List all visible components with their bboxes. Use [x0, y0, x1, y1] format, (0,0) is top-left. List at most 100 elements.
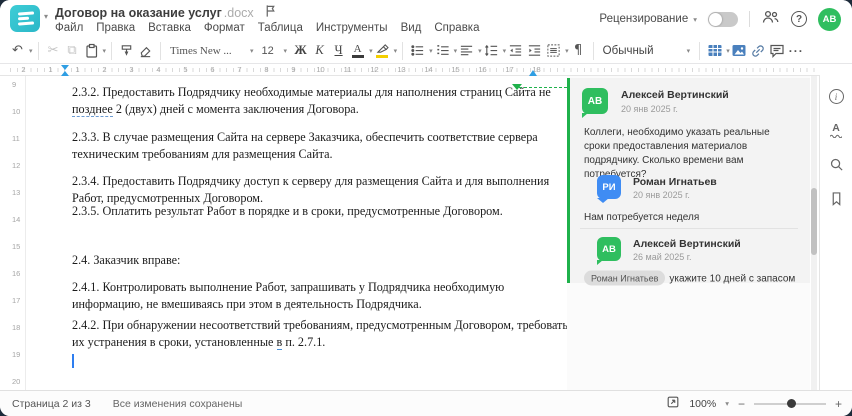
menu-item[interactable]: Файл	[55, 22, 83, 34]
zoom-caret-icon[interactable]: ▾	[725, 399, 729, 408]
ruler-number: 17	[12, 296, 21, 305]
comment-body: Роман Игнатьев укажите 10 дней с запасом	[584, 270, 796, 287]
ruler-number: 10	[316, 65, 325, 74]
comment-author: Алексей Вертинский	[633, 238, 741, 250]
menu-item[interactable]: Справка	[434, 22, 479, 34]
decrease-indent-button[interactable]	[506, 40, 525, 62]
document-title-row: Договор на оказание услуг .docx	[55, 4, 277, 21]
bookmark-icon[interactable]	[828, 190, 845, 207]
scrollbar-thumb[interactable]	[811, 188, 817, 255]
paragraph-shading-button[interactable]	[544, 40, 563, 62]
paragraph-line: позднее 2 (двух) дней с момента заключен…	[72, 102, 359, 118]
numbered-list-button[interactable]	[433, 40, 452, 62]
nonprinting-chars-button[interactable]: ¶	[569, 40, 588, 62]
clear-style-eraser-button[interactable]	[136, 40, 155, 62]
comments-panel: АВ Алексей Вертинский 20 янв 2025 г. Кол…	[567, 76, 810, 390]
app-menu-caret-icon[interactable]: ▾	[44, 12, 48, 21]
insert-image-button[interactable]	[730, 40, 749, 62]
help-icon[interactable]: ?	[791, 11, 807, 27]
collaboration-users-icon[interactable]	[761, 9, 780, 30]
comment-author: Алексей Вертинский	[621, 89, 729, 101]
paragraph-2-4[interactable]: 2.4. Заказчик вправе:	[72, 252, 180, 269]
menu-item[interactable]: Вставка	[148, 22, 191, 34]
paragraph-2-3-2[interactable]: 2.3.2. Предоставить Подрядчику необходим…	[72, 84, 551, 119]
document-title: Договор на оказание услуг	[55, 5, 222, 20]
zoom-level-value[interactable]: 100%	[689, 398, 716, 410]
ruler-number: 16	[12, 269, 21, 278]
paragraph-2-4-2[interactable]: 2.4.2. При обнаружении несоответствий тр…	[72, 317, 568, 352]
undo-caret-icon[interactable]: ▾	[29, 47, 33, 55]
highlight-color-button[interactable]	[373, 40, 392, 62]
menu-bar: Файл Правка Вставка Формат Таблица Инструмент…	[55, 22, 480, 34]
paste-caret-icon[interactable]: ▾	[103, 47, 107, 55]
increase-indent-button[interactable]	[525, 40, 544, 62]
ruler-number: 14	[424, 65, 433, 74]
spellcheck-icon[interactable]: А	[828, 122, 845, 139]
comment-thread-card[interactable]: АВ Алексей Вертинский 20 янв 2025 г. Кол…	[567, 78, 810, 286]
paragraph-line: 2.3.4. Предоставить Подрядчику доступ к …	[72, 174, 550, 188]
align-left-button[interactable]	[457, 40, 476, 62]
review-toggle[interactable]	[708, 11, 738, 27]
comment-connector-anchor	[512, 84, 522, 90]
menu-item[interactable]: Правка	[96, 22, 135, 34]
editor-window: ▾ Договор на оказание услуг .docx Файл Пр…	[0, 0, 852, 416]
menu-item[interactable]: Формат	[204, 22, 245, 34]
comment-connector-line	[519, 87, 567, 88]
review-mode-button[interactable]: Рецензирование ▾	[599, 13, 697, 25]
menu-item[interactable]: Таблица	[258, 22, 303, 34]
ruler-number: 12	[12, 161, 21, 170]
paragraph-line: техническим требованиям для размещения С…	[72, 147, 333, 162]
search-icon[interactable]	[828, 156, 845, 173]
bold-button[interactable]: Ж	[291, 40, 310, 62]
copy-button[interactable]: ⧉	[63, 40, 82, 62]
comment-body: Нам потребуется неделя	[584, 212, 700, 223]
paragraph-line: 2.4.1. Контролировать выполнение Работ, …	[72, 280, 505, 294]
font-name-select[interactable]: Times New ... ▾	[166, 41, 258, 61]
text-cursor	[72, 354, 74, 368]
favorite-flag-icon[interactable]	[264, 4, 277, 21]
first-line-indent-marker[interactable]	[61, 65, 69, 70]
document-area: 9 10 11 12 13 14 15 16 17 18 19 20 2.3.2. Предостав…	[0, 76, 852, 390]
menu-item[interactable]: Инструменты	[316, 22, 388, 34]
paste-button[interactable]	[82, 40, 101, 62]
format-painter-button[interactable]	[117, 40, 136, 62]
highlight-caret-icon[interactable]: ▾	[394, 47, 398, 55]
ruler-number: 6	[210, 65, 215, 74]
paragraph-2-4-1[interactable]: 2.4.1. Контролировать выполнение Работ, …	[72, 279, 504, 314]
paragraph-2-3-5[interactable]: 2.3.5. Оплатить результат Работ в порядк…	[72, 203, 503, 220]
commented-text[interactable]: позднее	[72, 102, 113, 118]
menu-item[interactable]: Вид	[401, 22, 422, 34]
font-name-value: Times New ...	[170, 44, 232, 57]
line-spacing-button[interactable]	[482, 40, 501, 62]
user-avatar[interactable]: АВ	[818, 7, 841, 31]
mention-chip[interactable]: Роман Игнатьев	[584, 270, 666, 286]
header-right: Рецензирование ▾ ? АВ	[599, 0, 841, 38]
page-counter[interactable]: Страница 2 из 3	[12, 398, 91, 410]
save-status: Все изменения сохранены	[112, 397, 243, 410]
insert-table-button[interactable]	[705, 40, 724, 62]
italic-button[interactable]: К	[310, 40, 329, 62]
insert-link-button[interactable]	[749, 40, 768, 62]
fit-width-icon[interactable]	[666, 395, 680, 412]
font-size-select[interactable]: 12 ▾	[258, 41, 292, 61]
bullet-list-button[interactable]	[408, 40, 427, 62]
document-info-icon[interactable]: i	[828, 88, 845, 105]
paragraph-2-3-3[interactable]: 2.3.3. В случае размещения Сайта на серв…	[72, 129, 538, 164]
status-bar: Страница 2 из 3 Все изменения сохранены …	[0, 390, 852, 416]
ruler-number: 11	[12, 134, 20, 143]
zoom-out-button[interactable]: −	[738, 397, 745, 411]
paragraph-style-select[interactable]: Обычный ▾	[599, 41, 695, 61]
ruler-number: 8	[264, 65, 269, 74]
underline-button[interactable]: Ч	[329, 40, 348, 62]
insert-comment-button[interactable]	[768, 40, 787, 62]
ruler-number: 9	[12, 80, 17, 89]
undo-button[interactable]: ↶	[8, 40, 27, 62]
paragraph-line: их устранения в сроки, установленные в п…	[72, 335, 326, 351]
cut-button[interactable]: ✂	[44, 40, 63, 62]
zoom-slider[interactable]	[753, 399, 826, 409]
zoom-in-button[interactable]: +	[835, 397, 842, 411]
toolbar-more-button[interactable]: ···	[787, 40, 806, 62]
app-logo-icon[interactable]	[10, 5, 40, 32]
zoom-slider-knob[interactable]	[786, 399, 796, 408]
font-color-button[interactable]: А	[348, 40, 367, 62]
